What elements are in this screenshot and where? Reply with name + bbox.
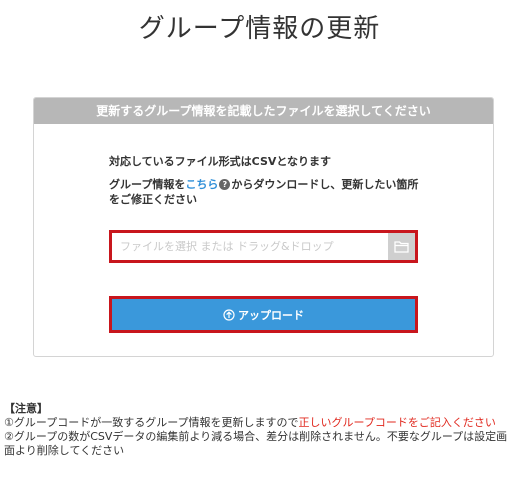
notes-heading: 【注意】 bbox=[4, 402, 48, 415]
download-link[interactable]: こちら bbox=[185, 178, 218, 191]
note-1-text: ①グループコードが一致するグループ情報を更新しますので bbox=[4, 416, 299, 429]
note-1: ①グループコードが一致するグループ情報を更新しますので正しいグループコードをご記… bbox=[4, 416, 510, 430]
notes-section: 【注意】 ①グループコードが一致するグループ情報を更新しますので正しいグループコ… bbox=[4, 402, 510, 458]
file-drop-zone[interactable] bbox=[109, 230, 418, 263]
upload-button[interactable]: アップロード bbox=[109, 296, 418, 333]
download-prefix: グループ情報を bbox=[109, 178, 186, 191]
question-icon[interactable]: ? bbox=[219, 179, 231, 190]
panel-header: 更新するグループ情報を記載したファイルを選択してください bbox=[34, 98, 493, 124]
download-instructions: グループ情報をこちら? からダウンロードし、更新したい箇所をご修正ください bbox=[109, 177, 429, 207]
circle-up-arrow-icon bbox=[223, 308, 235, 321]
note-2: ②グループの数がCSVデータの編集前より減る場合、差分は削除されません。不要なグ… bbox=[4, 430, 508, 457]
note-1-warning: 正しいグループコードをご記入ください bbox=[298, 416, 496, 429]
page-title: グループ情報の更新 bbox=[138, 14, 381, 44]
upload-label: アップロード bbox=[238, 308, 304, 322]
supported-format-text: 対応しているファイル形式はCSVとなります bbox=[109, 155, 332, 168]
upload-panel: 更新するグループ情報を記載したファイルを選択してください 対応しているファイル形… bbox=[33, 97, 494, 357]
folder-icon[interactable] bbox=[388, 233, 415, 260]
file-select-input[interactable] bbox=[112, 233, 388, 260]
